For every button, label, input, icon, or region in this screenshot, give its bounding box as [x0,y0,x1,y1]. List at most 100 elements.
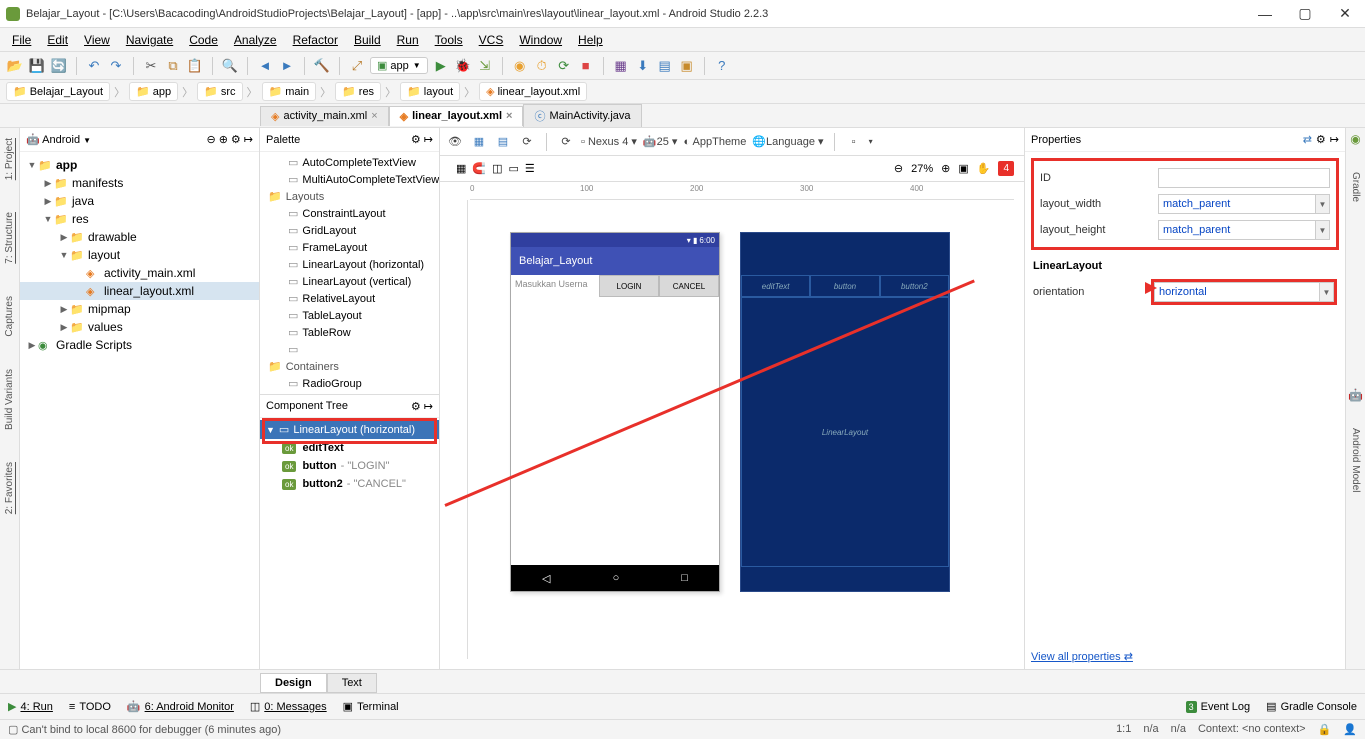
gear-icon[interactable]: ⚙ [231,133,241,146]
property-orientation-input[interactable]: horizontal [1154,282,1320,302]
tool-android-monitor[interactable]: 🤖6: Android Monitor [127,700,234,713]
tool-gradle-console[interactable]: ▤Gradle Console [1266,700,1357,713]
sdk-manager-icon[interactable]: ⬇ [634,57,652,75]
rail-build-variants[interactable]: Build Variants [2,363,17,436]
menu-navigate[interactable]: Navigate [120,31,179,49]
rail-android-model[interactable]: Android Model [1348,422,1363,498]
api-dropdown[interactable]: 🤖25 ▾ [643,135,678,148]
hide-icon[interactable]: ↦ [424,133,433,146]
breadcrumb-item[interactable]: src [197,82,242,101]
breadcrumb-item[interactable]: layout [400,82,460,101]
device-frame-icon[interactable]: ▫ [845,133,863,151]
palette-item[interactable]: ▭ [260,341,439,358]
error-count-badge[interactable]: 4 [998,161,1014,176]
constraints-icon[interactable]: ◫ [492,162,502,175]
swap-icon[interactable]: ⇄ [1303,133,1312,146]
refresh-icon[interactable]: ⟳ [518,133,536,151]
tree-twisty[interactable]: ▶ [42,196,54,207]
tree-node[interactable]: ▶◉Gradle Scripts [20,336,259,354]
palette-item[interactable]: ▭TableRow [260,324,439,341]
tree-node[interactable]: ▶📁values [20,318,259,336]
rail-favorites[interactable]: 2: Favorites [2,456,17,520]
target-icon[interactable]: ⊕ [219,133,228,146]
close-button[interactable]: ✕ [1325,2,1365,26]
help-icon[interactable]: ? [713,57,731,75]
blueprint-toggle-icon[interactable]: ▤ [494,133,512,151]
save-icon[interactable]: 💾 [28,57,46,75]
pack-icon[interactable]: ☰ [525,162,535,175]
expand-icon[interactable]: ⤢ [348,57,366,75]
attach-debugger-icon[interactable]: ⇲ [476,57,494,75]
menu-edit[interactable]: Edit [41,31,74,49]
menu-view[interactable]: View [78,31,116,49]
undo-icon[interactable]: ↶ [85,57,103,75]
theme-editor-icon[interactable]: ▣ [678,57,696,75]
tool-run[interactable]: ▶4: Run [8,700,53,713]
tree-twisty[interactable]: ▶ [42,178,54,189]
property-id-input[interactable] [1158,168,1330,188]
fit-icon[interactable]: ▣ [958,162,968,175]
menu-code[interactable]: Code [183,31,224,49]
menu-analyze[interactable]: Analyze [228,31,283,49]
debug-icon[interactable]: 🐞 [454,57,472,75]
tree-node[interactable]: ▼📁app [20,156,259,174]
palette-item[interactable]: ▭ConstraintLayout [260,205,439,222]
collapse-icon[interactable]: ⊖ [206,133,215,146]
tab-main-activity[interactable]: ⓒMainActivity.java [523,104,641,127]
cut-icon[interactable]: ✂ [142,57,160,75]
hide-icon[interactable]: ↦ [244,133,253,146]
tree-twisty[interactable]: ▶ [58,322,70,333]
tree-node[interactable]: ◈activity_main.xml [20,264,259,282]
stop-icon[interactable]: ■ [577,57,595,75]
layout-inspector-icon[interactable]: ▤ [656,57,674,75]
back-icon[interactable]: ◄ [256,57,274,75]
tree-node[interactable]: ◈linear_layout.xml [20,282,259,300]
component-tree-node[interactable]: okbutton2 - "CANCEL" [260,475,439,493]
menu-refactor[interactable]: Refactor [287,31,344,49]
rail-gradle[interactable]: Gradle [1348,166,1363,208]
design-preview[interactable]: ▾ ▮ 6:00 Belajar_Layout Masukkan Userna … [510,232,720,592]
menu-build[interactable]: Build [348,31,387,49]
tool-todo[interactable]: ≡TODO [69,701,111,713]
gear-icon[interactable]: ⚙ [411,400,421,413]
design-canvas[interactable]: 0 100 200 300 400 ▾ ▮ 6:00 Belajar_Layou… [440,182,1024,669]
tree-twisty[interactable]: ▼ [42,214,54,224]
tab-text[interactable]: Text [327,673,377,693]
close-tab-icon[interactable]: × [371,110,377,122]
theme-dropdown[interactable]: ◐ AppTheme [683,136,746,148]
breadcrumb-item[interactable]: res [335,82,381,101]
margins-icon[interactable]: ▭ [509,162,519,175]
tool-terminal[interactable]: ▣Terminal [343,700,399,713]
lock-icon[interactable]: 🔒 [1318,723,1332,736]
tool-messages[interactable]: ◫0: Messages [250,700,327,713]
menu-help[interactable]: Help [572,31,609,49]
tree-twisty[interactable]: ▼ [266,425,275,435]
tree-node[interactable]: ▶📁manifests [20,174,259,192]
tab-design[interactable]: Design [260,673,327,693]
tree-twisty[interactable]: ▶ [58,304,70,315]
run-icon[interactable]: ▶ [432,57,450,75]
palette-item[interactable]: ▭RelativeLayout [260,290,439,307]
copy-icon[interactable]: ⧉ [164,57,182,75]
tree-twisty[interactable]: ▼ [26,160,38,170]
tab-activity-main[interactable]: ◈activity_main.xml× [260,106,389,126]
rail-project[interactable]: 1: Project [2,132,17,186]
breadcrumb-item[interactable]: Belajar_Layout [6,82,110,101]
component-tree-node[interactable]: ▼▭LinearLayout (horizontal) [260,420,439,439]
forward-icon[interactable]: ► [278,57,296,75]
find-icon[interactable]: 🔍 [221,57,239,75]
breadcrumb-item[interactable]: app [129,82,178,101]
grid-icon[interactable]: ▦ [456,162,466,175]
tool-event-log[interactable]: 3Event Log [1186,701,1251,713]
eye-icon[interactable]: 👁 [446,133,464,151]
minimize-button[interactable]: — [1245,2,1285,26]
palette-item[interactable]: ▭MultiAutoCompleteTextView [260,171,439,188]
zoom-in-icon[interactable]: ⊕ [941,162,950,175]
component-tree-node[interactable]: okeditText [260,439,439,457]
coverage-icon[interactable]: ◉ [511,57,529,75]
palette-item[interactable]: ▭LinearLayout (vertical) [260,273,439,290]
hide-icon[interactable]: ↦ [1330,133,1339,146]
menu-window[interactable]: Window [513,31,568,49]
sync-icon[interactable]: 🔄 [50,57,68,75]
close-tab-icon[interactable]: × [506,110,512,122]
